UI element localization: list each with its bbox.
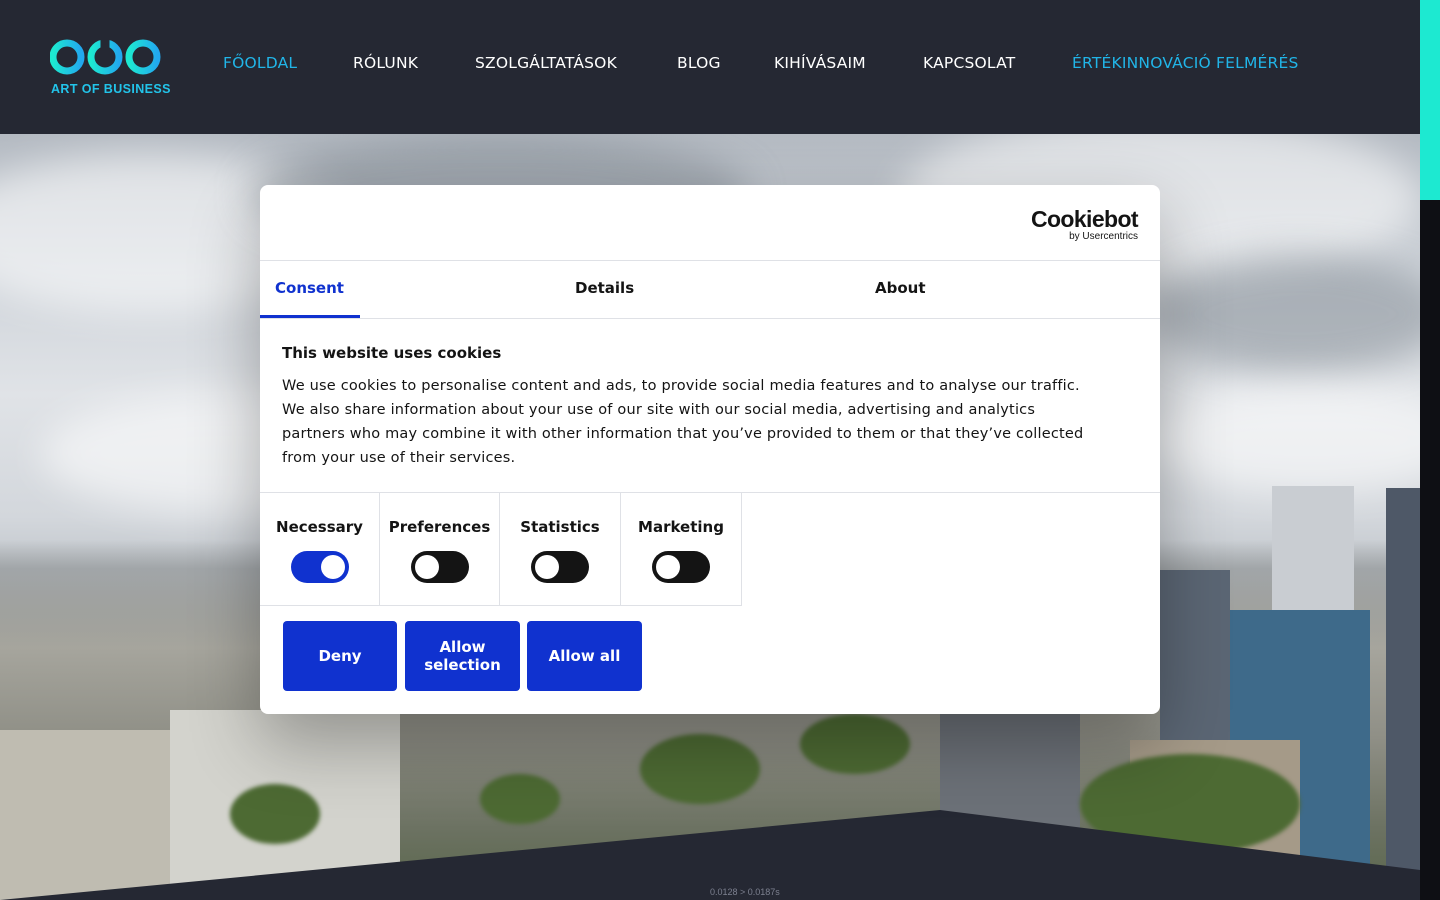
level-preferences: Preferences (380, 493, 500, 606)
consent-levels: Necessary Preferences Statistics Marketi… (260, 492, 1160, 606)
nav-contact[interactable]: KAPCSOLAT (923, 54, 1015, 72)
dialog-tabs: Consent Details About (260, 261, 1160, 319)
nav-about[interactable]: RÓLUNK (353, 54, 418, 72)
tab-consent[interactable]: Consent (275, 261, 375, 319)
level-marketing: Marketing (621, 493, 742, 606)
allow-selection-line-2: selection (424, 656, 501, 674)
necessary-toggle[interactable] (290, 551, 349, 583)
scroll-progress-bar (1420, 0, 1440, 200)
consent-text: This website uses cookies We use cookies… (282, 344, 1102, 470)
level-label: Preferences (388, 518, 491, 536)
level-statistics: Statistics (500, 493, 621, 606)
nav-value-innovation-survey[interactable]: ÉRTÉKINNOVÁCIÓ FELMÉRÉS (1072, 54, 1299, 72)
cookie-consent-dialog: Cookiebot by Usercentrics Consent Detail… (260, 185, 1160, 714)
level-label: Necessary (276, 518, 363, 536)
preferences-toggle[interactable] (410, 551, 469, 583)
cookiebot-brand: Cookiebot (1030, 206, 1139, 232)
active-tab-indicator (260, 315, 360, 318)
consent-body: We use cookies to personalise content an… (282, 378, 1084, 466)
scrollbar-track[interactable] (1420, 200, 1440, 900)
dialog-header: Cookiebot by Usercentrics (260, 185, 1160, 261)
tab-about[interactable]: About (875, 261, 975, 319)
site-header: ART OF BUSINESS FŐOLDAL RÓLUNK SZOLGÁLTA… (0, 0, 1420, 134)
allow-selection-line-1: Allow (439, 638, 486, 656)
allow-selection-label: Allow selection (424, 638, 501, 674)
level-label: Marketing (638, 518, 724, 536)
consent-heading: This website uses cookies (282, 344, 502, 362)
allow-all-button[interactable]: Allow all (527, 621, 642, 691)
cookiebot-brand-sub: by Usercentrics (1069, 231, 1138, 242)
nav-home[interactable]: FŐOLDAL (223, 54, 297, 72)
deny-button[interactable]: Deny (283, 621, 397, 691)
nav-services[interactable]: SZOLGÁLTATÁSOK (475, 54, 617, 72)
logo-text: ART OF BUSINESS (51, 82, 171, 96)
level-label: Statistics (520, 518, 600, 536)
level-necessary: Necessary (260, 493, 380, 606)
marketing-toggle[interactable] (652, 551, 710, 583)
allow-selection-button[interactable]: Allow selection (405, 621, 520, 691)
timing-text: 0.0128 > 0.0187s (710, 887, 780, 897)
tab-details[interactable]: Details (575, 261, 675, 319)
nav-challenges[interactable]: KIHÍVÁSAIM (774, 54, 866, 72)
statistics-toggle[interactable] (531, 551, 589, 583)
cookiebot-logo[interactable]: Cookiebot by Usercentrics (1030, 206, 1139, 242)
nav-blog[interactable]: BLOG (677, 54, 721, 72)
